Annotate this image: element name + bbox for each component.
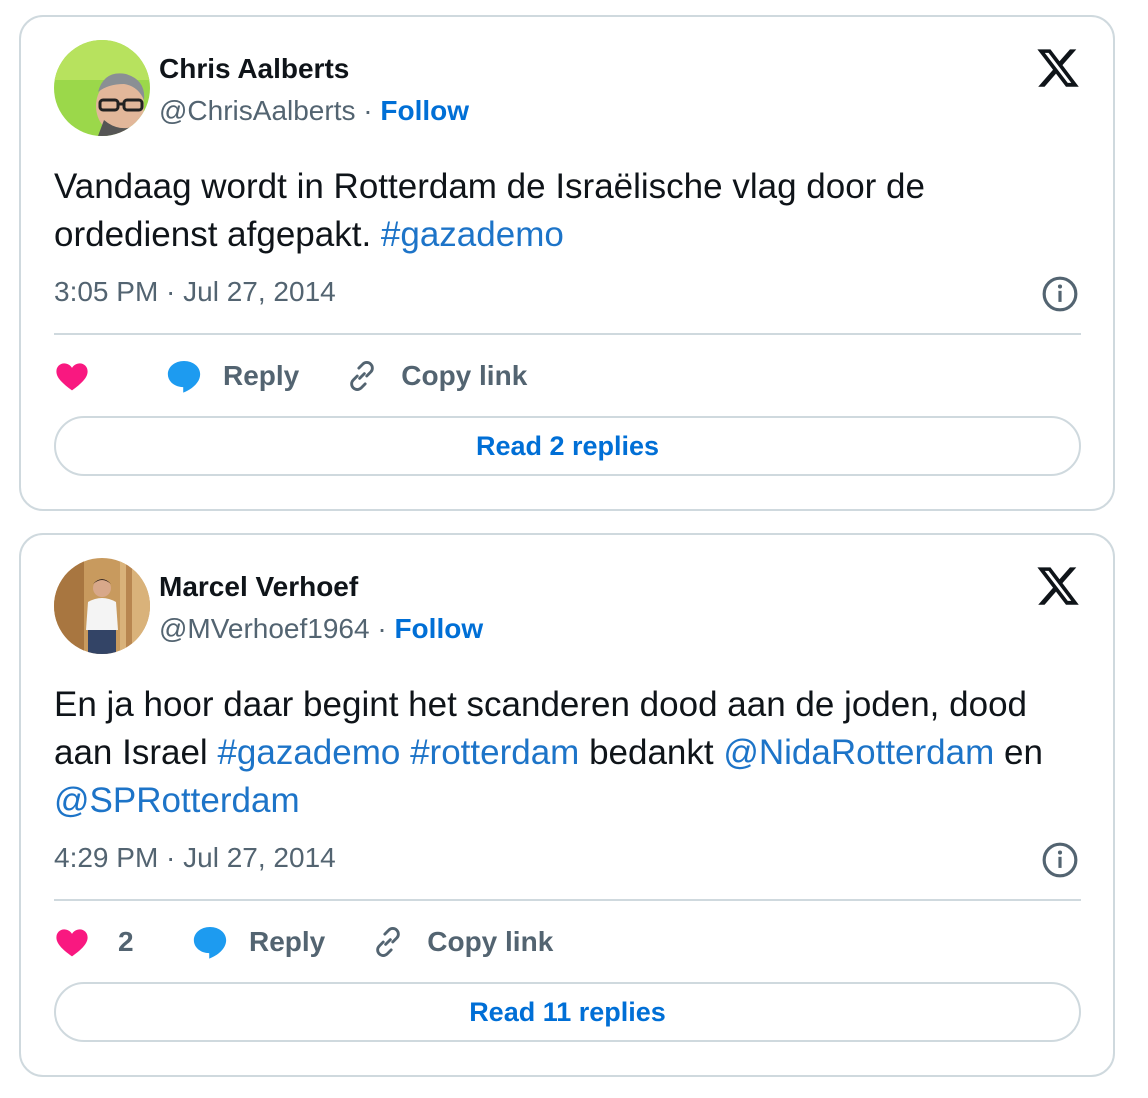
reply-button[interactable]: Reply bbox=[191, 923, 325, 961]
tweet-card[interactable]: Chris Aalberts @ChrisAalberts · Follow V… bbox=[19, 15, 1115, 511]
handle-line: @ChrisAalberts · Follow bbox=[159, 95, 469, 127]
tweet-timestamp[interactable]: 4:29 PM · Jul 27, 2014 bbox=[54, 842, 336, 874]
divider bbox=[54, 899, 1081, 901]
like-button[interactable] bbox=[54, 358, 160, 394]
x-logo-icon[interactable] bbox=[1035, 563, 1081, 609]
hashtag-link[interactable]: #gazademo bbox=[217, 733, 400, 772]
copy-link-button[interactable]: Copy link bbox=[343, 357, 527, 395]
copy-link-label: Copy link bbox=[401, 360, 528, 391]
tweet-timestamp[interactable]: 3:05 PM · Jul 27, 2014 bbox=[54, 276, 336, 308]
link-icon bbox=[343, 357, 381, 395]
like-button[interactable]: 2 bbox=[54, 924, 186, 960]
read-replies-button[interactable]: Read 2 replies bbox=[54, 416, 1081, 476]
handle-line: @MVerhoef1964 · Follow bbox=[159, 613, 483, 645]
follow-button[interactable]: Follow bbox=[394, 613, 483, 644]
tweet-text: En ja hoor daar begint het scanderen doo… bbox=[54, 681, 1074, 825]
like-count: 2 bbox=[118, 926, 134, 957]
link-icon bbox=[369, 923, 407, 961]
action-bar: Reply Copy link bbox=[54, 354, 527, 398]
info-icon[interactable] bbox=[1041, 275, 1079, 313]
copy-link-button[interactable]: Copy link bbox=[369, 923, 553, 961]
copy-link-label: Copy link bbox=[427, 926, 554, 957]
author-handle[interactable]: @MVerhoef1964 bbox=[159, 613, 370, 644]
action-bar: 2 Reply Copy link bbox=[54, 920, 553, 964]
follow-button[interactable]: Follow bbox=[380, 95, 469, 126]
x-logo-icon[interactable] bbox=[1035, 45, 1081, 91]
avatar[interactable] bbox=[54, 558, 150, 654]
heart-icon bbox=[54, 358, 90, 394]
separator: · bbox=[369, 613, 395, 644]
tweet-text: Vandaag wordt in Rotterdam de Israëlisch… bbox=[54, 163, 1074, 259]
author-name[interactable]: Chris Aalberts bbox=[159, 53, 349, 85]
reply-button[interactable]: Reply bbox=[165, 357, 299, 395]
tweet-text-segment: en bbox=[994, 733, 1043, 772]
info-icon[interactable] bbox=[1041, 841, 1079, 879]
tweet-card[interactable]: Marcel Verhoef @MVerhoef1964 · Follow En… bbox=[19, 533, 1115, 1077]
author-handle[interactable]: @ChrisAalberts bbox=[159, 95, 355, 126]
reply-label: Reply bbox=[249, 926, 326, 957]
hashtag-link[interactable]: #rotterdam bbox=[410, 733, 579, 772]
heart-icon bbox=[54, 924, 90, 960]
separator: · bbox=[355, 95, 381, 126]
hashtag-link[interactable]: #gazademo bbox=[381, 215, 564, 254]
avatar[interactable] bbox=[54, 40, 150, 136]
tweet-text-segment: bedankt bbox=[579, 733, 724, 772]
author-name[interactable]: Marcel Verhoef bbox=[159, 571, 358, 603]
speech-bubble-icon bbox=[191, 923, 229, 961]
divider bbox=[54, 333, 1081, 335]
mention-link[interactable]: @SPRotterdam bbox=[54, 781, 300, 820]
tweet-text-segment bbox=[400, 733, 410, 772]
speech-bubble-icon bbox=[165, 357, 203, 395]
reply-label: Reply bbox=[223, 360, 300, 391]
mention-link[interactable]: @NidaRotterdam bbox=[723, 733, 994, 772]
read-replies-button[interactable]: Read 11 replies bbox=[54, 982, 1081, 1042]
